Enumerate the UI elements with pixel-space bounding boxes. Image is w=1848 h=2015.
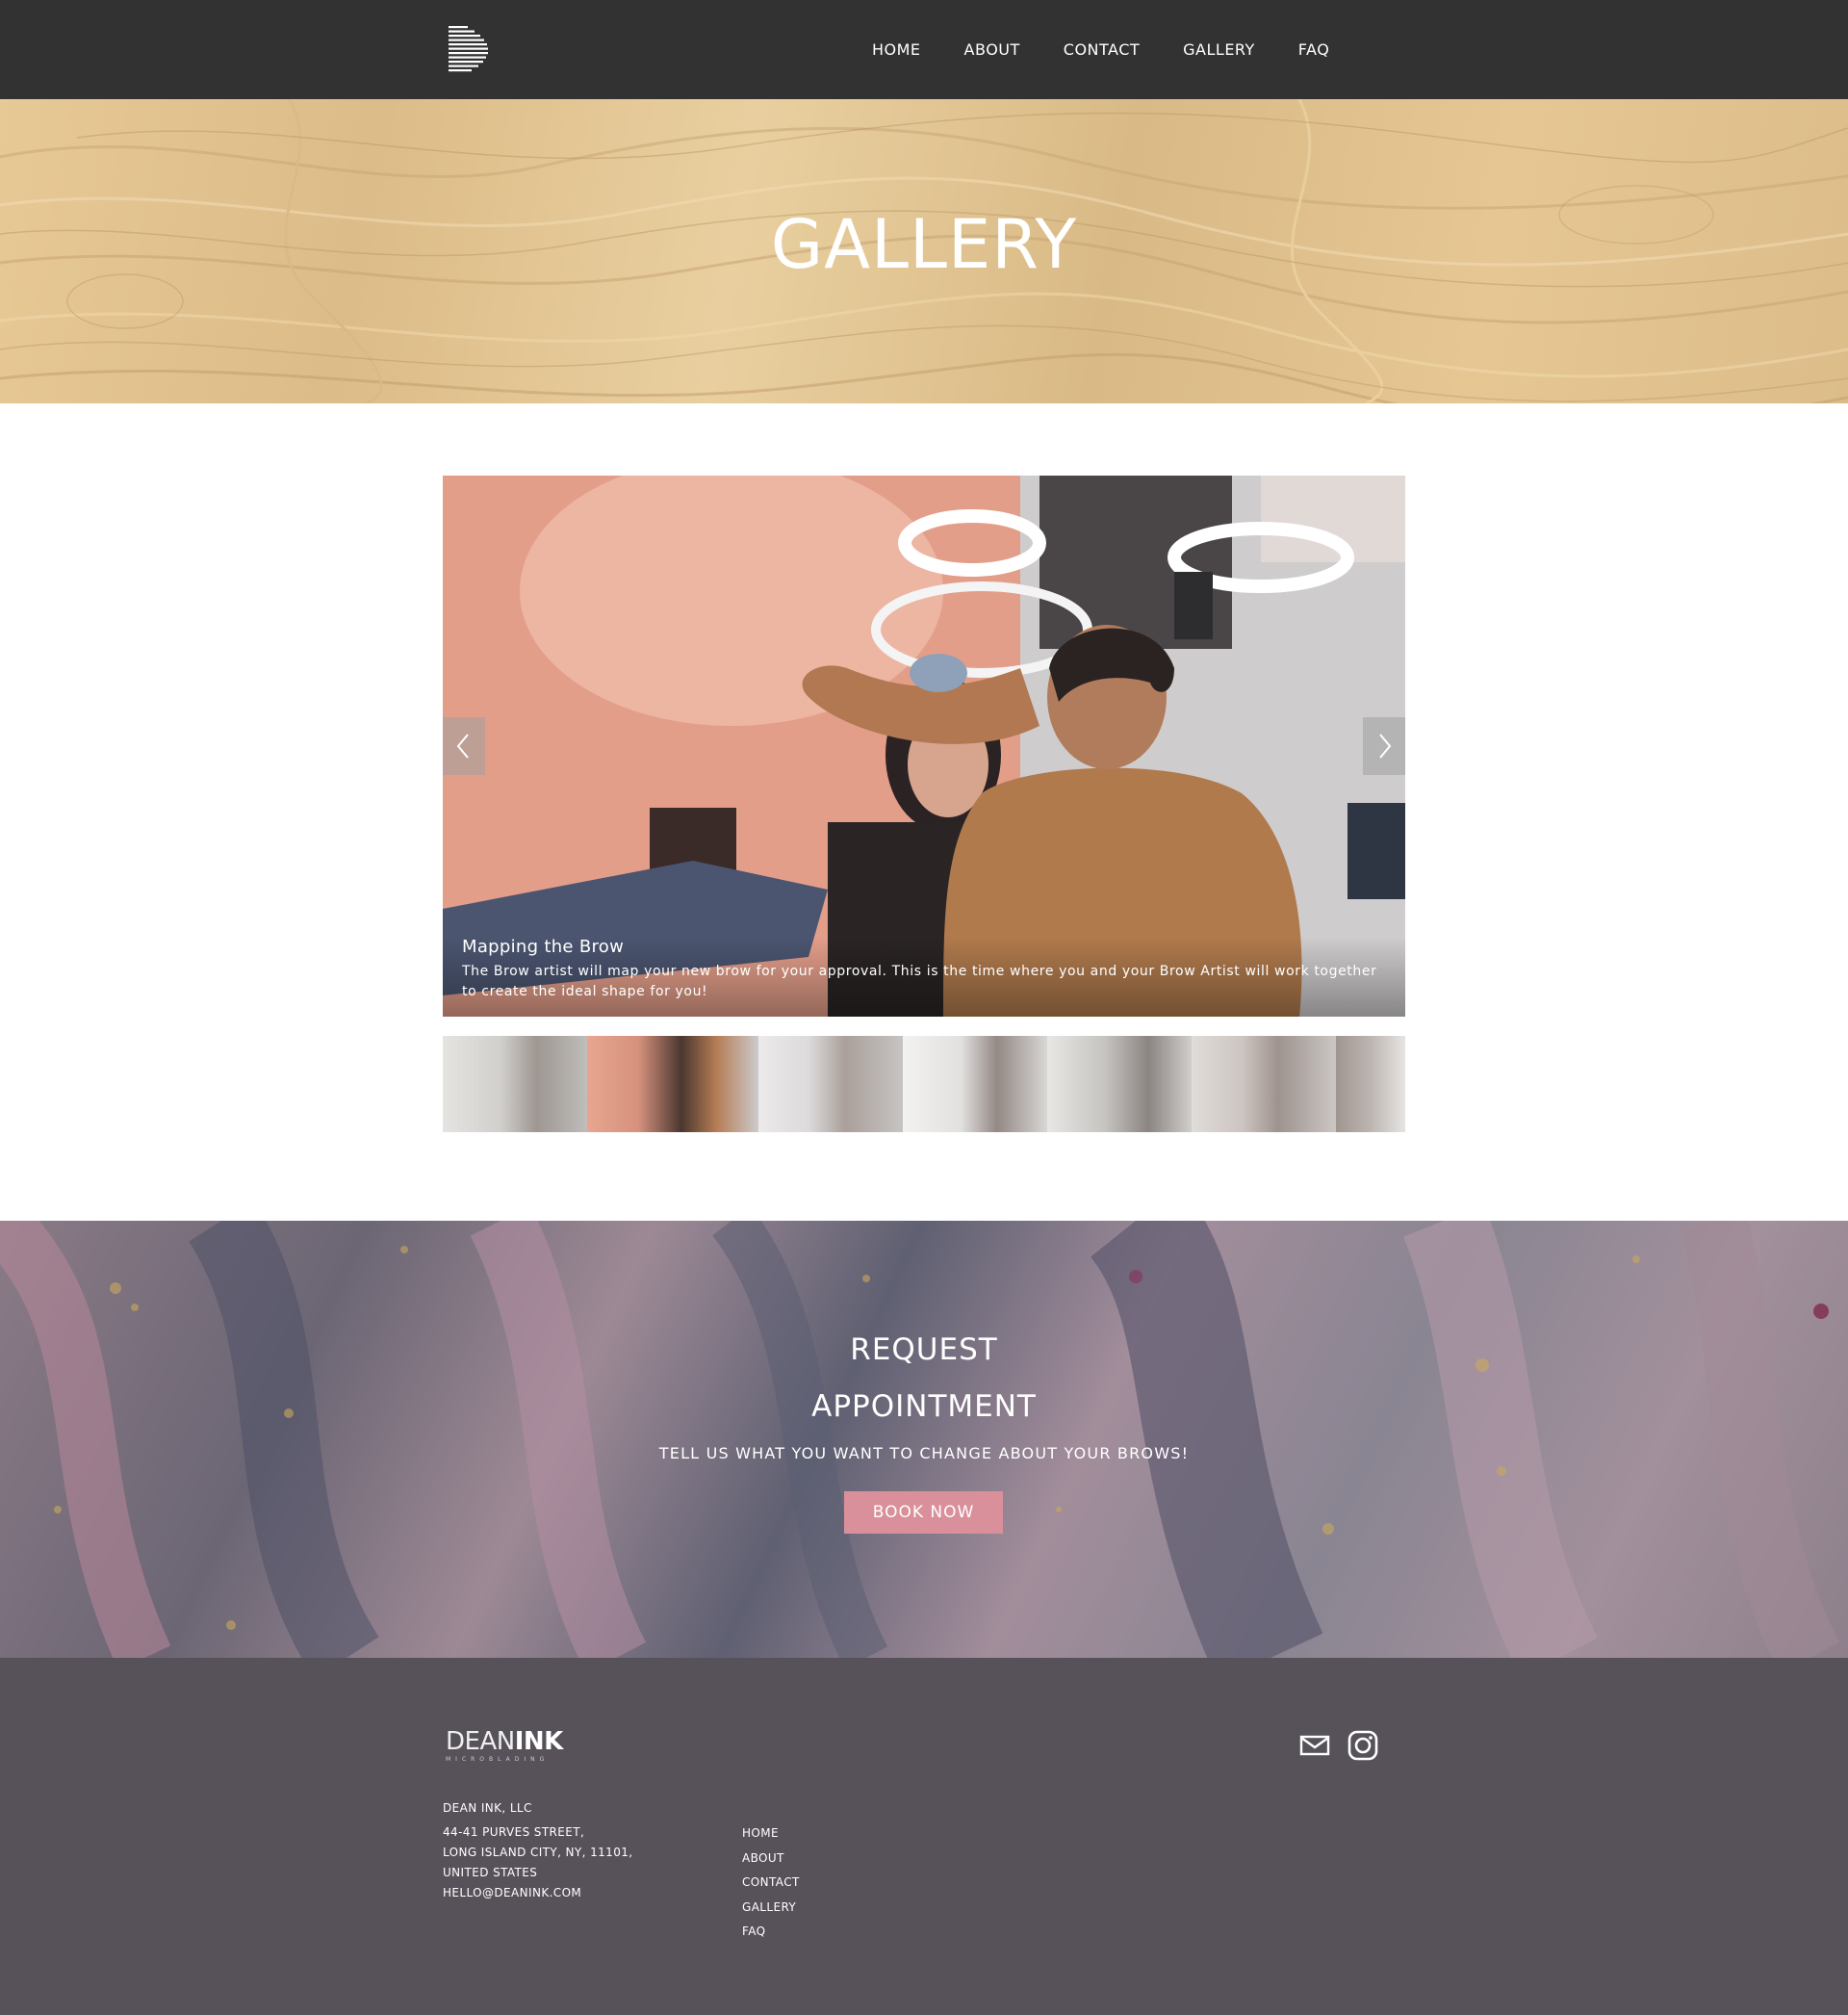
appointment-section: REQUEST APPOINTMENT TELL US WHAT YOU WAN… (0, 1221, 1848, 1658)
slide-caption-title: Mapping the Brow (462, 937, 625, 957)
hero-banner: GALLERY (0, 99, 1848, 403)
marble-texture (0, 1221, 1840, 1658)
nav-contact[interactable]: CONTACT (1064, 40, 1140, 59)
address-line-2: LONG ISLAND CITY, NY, 11101, (443, 1846, 633, 1859)
footer-logo[interactable]: DEANINK MICROBLADING (446, 1727, 563, 1763)
nav-about[interactable]: ABOUT (964, 40, 1020, 59)
site-footer: DEANINK MICROBLADING DEAN INK, LLC 44-41… (0, 1658, 1848, 2015)
site-header: HOME ABOUT CONTACT GALLERY FAQ (0, 0, 1848, 99)
footer-contact-info: DEAN INK, LLC 44-41 PURVES STREET, LONG … (443, 1798, 632, 1903)
email-link[interactable]: HELLO@DEANINK.COM (443, 1883, 632, 1903)
logo-text-ink: INK (514, 1727, 564, 1756)
slider-next-button[interactable] (1363, 717, 1405, 775)
address-line-3: UNITED STATES (443, 1866, 538, 1879)
nav-gallery[interactable]: GALLERY (1183, 40, 1255, 59)
appointment-subtitle: TELL US WHAT YOU WANT TO CHANGE ABOUT YO… (658, 1444, 1190, 1462)
slide-caption-text: The Brow artist will map your new brow f… (462, 964, 1377, 999)
chevron-right-icon (1379, 734, 1392, 759)
footer-nav-home[interactable]: HOME (742, 1821, 800, 1847)
slider-prev-button[interactable] (443, 717, 485, 775)
nav-faq[interactable]: FAQ (1298, 40, 1330, 59)
thumbnail-3[interactable] (758, 1036, 903, 1132)
book-now-button[interactable]: BOOK NOW (844, 1491, 1003, 1534)
appointment-title: REQUEST APPOINTMENT (0, 1322, 1848, 1435)
page-title: GALLERY (770, 205, 1078, 284)
appointment-title-line1: REQUEST (850, 1332, 998, 1367)
social-links (1299, 1730, 1396, 1761)
thumbnail-6[interactable] (1192, 1036, 1336, 1132)
thumbnail-7[interactable] (1336, 1036, 1405, 1132)
nav-home[interactable]: HOME (872, 40, 921, 59)
instagram-icon[interactable] (1348, 1730, 1378, 1761)
mail-icon[interactable] (1299, 1734, 1330, 1757)
slide-image (443, 476, 1405, 1017)
slide-caption: Mapping the Brow The Brow artist will ma… (443, 937, 1405, 1017)
main-nav: HOME ABOUT CONTACT GALLERY FAQ (872, 0, 1373, 99)
thumbnail-4[interactable] (903, 1036, 1047, 1132)
appointment-title-line2: APPOINTMENT (811, 1389, 1037, 1424)
address-line-1: 44-41 PURVES STREET, (443, 1825, 585, 1839)
logo-tagline: MICROBLADING (446, 1756, 550, 1763)
thumbnail-2[interactable] (587, 1036, 758, 1132)
chevron-left-icon (456, 734, 469, 759)
logo-icon[interactable] (449, 26, 491, 74)
logo-text-dean: DEAN (446, 1727, 515, 1756)
footer-nav-faq[interactable]: FAQ (742, 1920, 800, 1945)
gallery-slider[interactable]: Mapping the Brow The Brow artist will ma… (443, 476, 1405, 1017)
thumbnail-strip (443, 1036, 1405, 1132)
company-name: DEAN INK, LLC (443, 1801, 532, 1815)
footer-nav-about[interactable]: ABOUT (742, 1847, 800, 1872)
thumbnail-5[interactable] (1047, 1036, 1192, 1132)
footer-nav: HOME ABOUT CONTACT GALLERY FAQ (742, 1821, 800, 1945)
footer-nav-contact[interactable]: CONTACT (742, 1871, 800, 1896)
footer-nav-gallery[interactable]: GALLERY (742, 1896, 800, 1921)
thumbnail-1[interactable] (443, 1036, 587, 1132)
